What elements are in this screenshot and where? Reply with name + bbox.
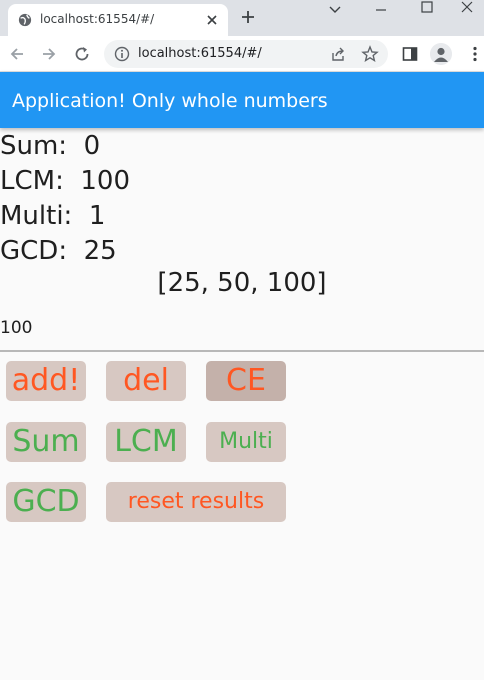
back-icon[interactable] [8, 45, 26, 63]
profile-avatar[interactable] [430, 43, 452, 65]
reset-results-button[interactable]: reset results [106, 482, 286, 522]
multi-button[interactable]: Multi [206, 422, 286, 462]
address-bar[interactable]: localhost:61554/#/ [104, 40, 388, 68]
multi-result: Multi: 1 [0, 201, 105, 231]
sum-label: Sum: [0, 131, 68, 161]
reload-icon[interactable] [73, 45, 91, 63]
chevron-down-icon[interactable] [312, 2, 358, 18]
star-icon[interactable] [361, 45, 379, 63]
clear-entry-button[interactable]: CE [206, 361, 286, 401]
side-panel-icon[interactable] [401, 45, 419, 63]
sum-result: Sum: 0 [0, 131, 100, 161]
browser-toolbar: localhost:61554/#/ [0, 36, 484, 72]
gcd-value: 25 [83, 236, 117, 266]
maximize-icon[interactable] [404, 0, 450, 16]
gcd-result: GCD: 25 [0, 236, 117, 266]
numbers-list: [25, 50, 100] [157, 268, 327, 298]
globe-icon [18, 13, 32, 27]
lcm-button[interactable]: LCM [106, 422, 186, 462]
lcm-result: LCM: 100 [0, 166, 130, 196]
share-icon[interactable] [330, 46, 346, 62]
lcm-value: 100 [80, 166, 131, 196]
sum-value: 0 [83, 131, 101, 161]
delete-button[interactable]: del [106, 361, 186, 401]
multi-label: Multi: [0, 201, 73, 231]
info-icon[interactable] [114, 46, 130, 62]
multi-value: 1 [88, 201, 106, 231]
new-tab-icon[interactable] [240, 9, 256, 25]
app-title: Application! Only whole numbers [12, 90, 328, 112]
input-underline [0, 350, 484, 352]
tab-title: localhost:61554/#/ [40, 12, 155, 26]
lcm-label: LCM: [0, 166, 64, 196]
gcd-button[interactable]: GCD [6, 482, 86, 522]
number-input[interactable]: 100 [0, 318, 32, 338]
app-bar: Application! Only whole numbers [0, 72, 484, 128]
more-menu-icon[interactable] [466, 45, 484, 63]
url-text[interactable]: localhost:61554/#/ [138, 46, 262, 61]
close-window-icon[interactable] [450, 0, 484, 16]
minimize-icon[interactable] [358, 2, 404, 18]
browser-tabstrip: localhost:61554/#/ [0, 0, 484, 36]
person-icon [430, 43, 452, 65]
sum-button[interactable]: Sum [6, 422, 86, 462]
close-tab-icon[interactable] [204, 12, 220, 28]
add-button[interactable]: add! [6, 361, 86, 401]
browser-tab[interactable]: localhost:61554/#/ [8, 4, 228, 36]
forward-icon[interactable] [40, 45, 58, 63]
gcd-label: GCD: [0, 236, 68, 266]
